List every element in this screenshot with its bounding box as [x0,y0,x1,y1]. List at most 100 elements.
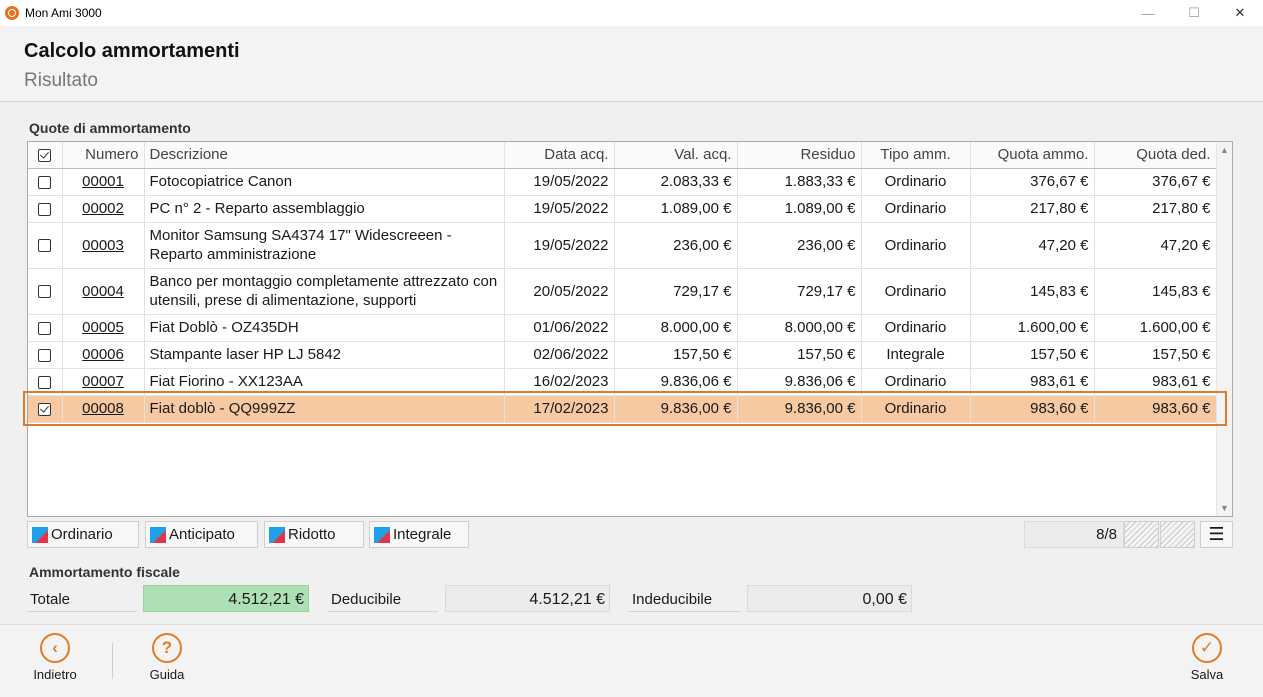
cell-residuo: 1.089,00 € [737,195,862,223]
cell-quota-ded: 47,20 € [1094,222,1217,269]
page-title: Calcolo ammortamenti [24,40,240,62]
table-row[interactable]: 00006 Stampante laser HP LJ 5842 02/06/2… [28,341,1217,369]
scroll-up-icon[interactable]: ▲ [1220,145,1229,155]
page-header: Calcolo ammortamenti Risultato [0,26,1263,102]
row-checkbox[interactable] [28,341,63,369]
cell-tipo: Integrale [861,341,971,369]
cell-quota-ded: 983,61 € [1094,368,1217,396]
column-header-quota-ammo[interactable]: Quota ammo. [970,142,1095,169]
cell-quota-ded: 145,83 € [1094,268,1217,315]
cell-descrizione: Fiat Fiorino - XX123AA [144,368,505,396]
cell-quota-ammo: 217,80 € [970,195,1095,223]
indeducibile-label: Indeducibile [629,587,741,612]
back-arrow-icon: ‹ [40,633,70,663]
back-label: Indietro [33,667,77,682]
column-header-val[interactable]: Val. acq. [614,142,738,169]
asset-number-link[interactable]: 00006 [82,346,124,363]
table-row[interactable]: 00004 Banco per montaggio completamente … [28,268,1217,315]
asset-number-link[interactable]: 00005 [82,319,124,336]
cell-descrizione: Fiat Doblò - OZ435DH [144,314,505,342]
checkbox-icon [38,202,52,216]
asset-number-link[interactable]: 00001 [82,173,124,190]
table-row[interactable]: 00003 Monitor Samsung SA4374 17" Widescr… [28,222,1217,269]
app-title: Mon Ami 3000 [25,6,102,20]
cell-quota-ammo: 1.600,00 € [970,314,1095,342]
table-row[interactable]: 00001 Fotocopiatrice Canon 19/05/2022 2.… [28,168,1217,196]
row-checkbox[interactable] [28,168,63,196]
cell-data: 20/05/2022 [504,268,615,315]
window-controls: — ☐ ✕ [1125,0,1263,26]
asset-number-link[interactable]: 00004 [82,283,124,300]
cell-quota-ammo: 983,61 € [970,368,1095,396]
checkbox-icon [38,402,52,416]
table-row[interactable]: 00002 PC n° 2 - Reparto assemblaggio 19/… [28,195,1217,223]
filter-integrale-button[interactable]: Integrale [369,521,469,548]
help-button[interactable]: ? Guida [132,633,202,682]
asset-number-link[interactable]: 00008 [82,400,124,417]
table-row-selected[interactable]: 00008 Fiat doblò - QQ999ZZ 17/02/2023 9.… [28,395,1217,423]
filter-anticipato-button[interactable]: Anticipato [145,521,258,548]
deducibile-value: 4.512,21 € [445,585,610,612]
close-button[interactable]: ✕ [1217,0,1263,26]
row-checkbox[interactable] [28,368,63,396]
cell-val: 729,17 € [614,268,738,315]
cell-data: 19/05/2022 [504,222,615,269]
hatched-filter-button[interactable] [1160,521,1195,548]
cell-descrizione: Stampante laser HP LJ 5842 [144,341,505,369]
depreciation-grid[interactable]: Numero Descrizione Data acq. Val. acq. R… [27,141,1233,517]
checkmark-icon: ✓ [1192,633,1222,663]
vertical-scrollbar[interactable]: ▲ ▼ [1216,142,1232,516]
filter-ridotto-button[interactable]: Ridotto [264,521,364,548]
cell-data: 16/02/2023 [504,368,615,396]
save-button[interactable]: ✓ Salva [1172,633,1242,682]
column-header-quota-ded[interactable]: Quota ded. [1094,142,1217,169]
cell-quota-ded: 1.600,00 € [1094,314,1217,342]
row-checkbox[interactable] [28,314,63,342]
filter-ordinario-button[interactable]: Ordinario [27,521,139,548]
table-row[interactable]: 00007 Fiat Fiorino - XX123AA 16/02/2023 … [28,368,1217,396]
depreciation-table: Numero Descrizione Data acq. Val. acq. R… [28,142,1217,423]
cell-residuo: 236,00 € [737,222,862,269]
cell-val: 236,00 € [614,222,738,269]
cell-tipo: Ordinario [861,222,971,269]
column-header-residuo[interactable]: Residuo [737,142,862,169]
minimize-button[interactable]: — [1125,0,1171,26]
footer-bar: ‹ Indietro ? Guida ✓ Salva [0,624,1263,697]
app-logo-icon [5,6,19,20]
asset-number-link[interactable]: 00002 [82,200,124,217]
checkbox-icon [38,348,52,362]
table-row[interactable]: 00005 Fiat Doblò - OZ435DH 01/06/2022 8.… [28,314,1217,342]
hatched-filter-button[interactable] [1124,521,1159,548]
asset-number-link[interactable]: 00003 [82,237,124,254]
row-checkbox[interactable] [28,195,63,223]
row-checkbox[interactable] [28,268,63,315]
column-header-data[interactable]: Data acq. [504,142,615,169]
cell-quota-ammo: 983,60 € [970,395,1095,423]
select-all-checkbox[interactable] [28,142,63,169]
save-label: Salva [1190,667,1224,682]
column-header-numero[interactable]: Numero [62,142,145,169]
cell-quota-ded: 217,80 € [1094,195,1217,223]
cell-data: 02/06/2022 [504,341,615,369]
cell-val: 9.836,06 € [614,368,738,396]
column-header-tipo[interactable]: Tipo amm. [861,142,971,169]
flag-icon [150,526,166,543]
menu-button[interactable]: ☰ [1200,521,1233,548]
maximize-button[interactable]: ☐ [1171,0,1217,26]
checkbox-icon [38,239,52,253]
totale-value: 4.512,21 € [143,585,309,612]
cell-quota-ded: 983,60 € [1094,395,1217,423]
cell-tipo: Ordinario [861,168,971,196]
asset-number-link[interactable]: 00007 [82,373,124,390]
back-button[interactable]: ‹ Indietro [20,633,90,682]
checkbox-icon [38,375,52,389]
checkbox-icon [38,285,52,299]
page-subtitle: Risultato [24,70,98,91]
cell-val: 157,50 € [614,341,738,369]
row-checkbox[interactable] [28,395,63,423]
column-header-descrizione[interactable]: Descrizione [144,142,505,169]
scroll-down-icon[interactable]: ▼ [1220,503,1229,513]
cell-descrizione: PC n° 2 - Reparto assemblaggio [144,195,505,223]
row-checkbox[interactable] [28,222,63,269]
cell-descrizione: Fotocopiatrice Canon [144,168,505,196]
